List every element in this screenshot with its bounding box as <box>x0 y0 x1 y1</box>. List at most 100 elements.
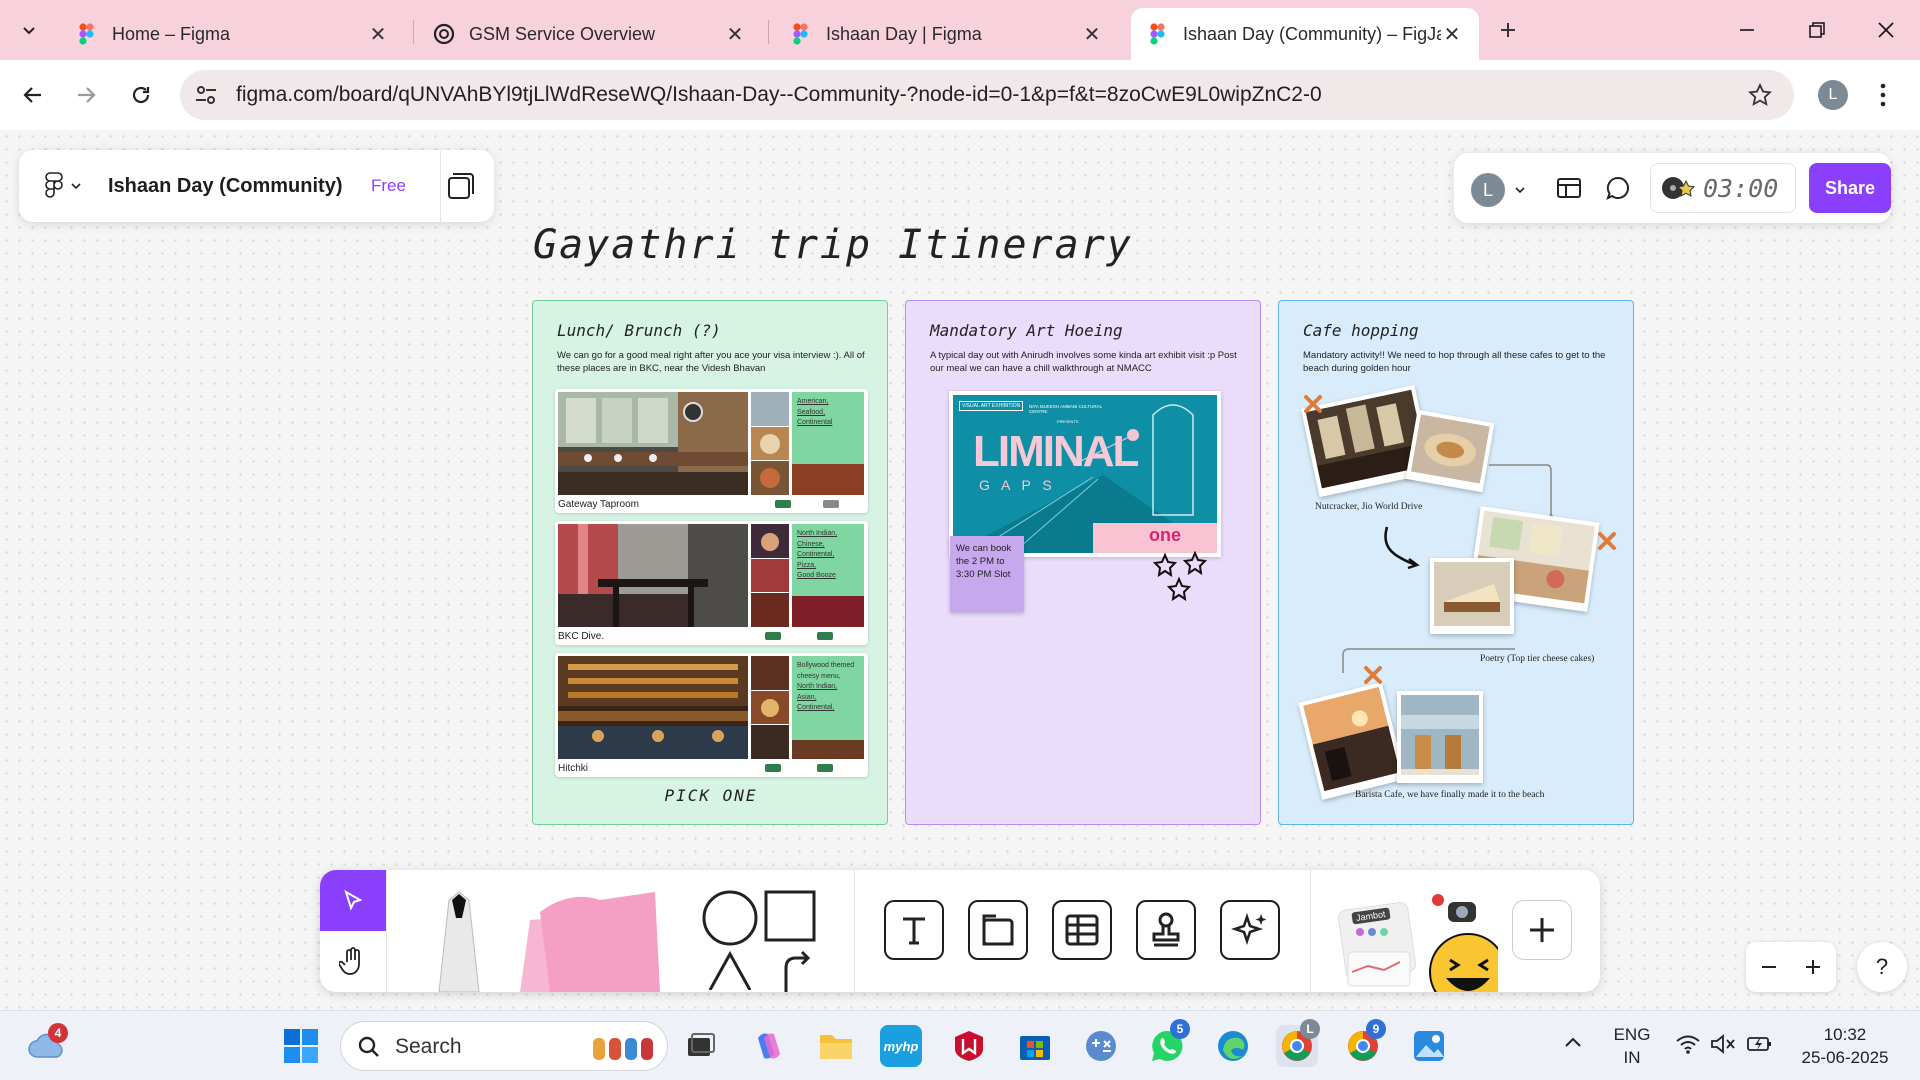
section-tool[interactable] <box>968 900 1028 960</box>
restore-icon[interactable] <box>1797 12 1837 48</box>
rating-badge <box>817 632 833 640</box>
start-button[interactable] <box>280 1025 322 1067</box>
minimize-icon[interactable] <box>1727 12 1767 48</box>
new-tab-plus-icon[interactable] <box>1492 14 1524 46</box>
pages-icon[interactable] <box>443 169 477 203</box>
task-view-icon[interactable] <box>680 1025 722 1067</box>
zoom-out-icon[interactable] <box>1760 958 1778 976</box>
section-art[interactable]: Mandatory Art Hoeing A typical day out w… <box>905 300 1261 825</box>
tab-search-chevron-icon[interactable] <box>13 14 45 46</box>
caption-nutcracker: Nutcracker, Jio World Drive <box>1315 502 1423 512</box>
notification-badge: 5 <box>1170 1019 1190 1039</box>
photo-cheesecake[interactable] <box>1430 558 1514 634</box>
restaurant-thumbnails <box>751 524 789 627</box>
back-arrow-icon[interactable] <box>15 77 51 113</box>
sticky-note[interactable]: We can book the 2 PM to 3:30 PM Slot <box>950 536 1024 612</box>
tab-ishaan-day-figma[interactable]: Ishaan Day | Figma ✕ <box>774 8 1119 60</box>
more-tools-button[interactable] <box>1512 900 1572 960</box>
close-icon[interactable]: ✕ <box>1441 23 1463 46</box>
browser-menu-icon[interactable] <box>1878 80 1888 110</box>
zoom-in-icon[interactable] <box>1804 958 1822 976</box>
forward-arrow-icon[interactable] <box>68 77 104 113</box>
widgets[interactable]: Jambot <box>1338 892 1498 992</box>
table-icon <box>1064 912 1100 948</box>
tab-label: Home – Figma <box>112 23 231 44</box>
user-avatar[interactable]: L <box>1471 173 1505 207</box>
sticky-note-tool[interactable] <box>510 890 670 992</box>
restaurant-card-hitchki[interactable]: Bollywood themed cheesy menu, North India… <box>555 653 868 777</box>
close-icon[interactable]: ✕ <box>724 23 746 46</box>
mcafee-icon[interactable] <box>948 1025 990 1067</box>
restaurant-card-bkc-dive[interactable]: North Indian, Chinese, Continental, Pizza, G… <box>555 521 868 645</box>
close-icon[interactable]: ✕ <box>1081 23 1103 46</box>
close-icon[interactable]: ✕ <box>367 23 389 46</box>
site-settings-icon[interactable] <box>194 83 218 107</box>
plan-badge[interactable]: Free <box>371 176 406 196</box>
timer-widget[interactable]: 03:00 <box>1650 163 1796 213</box>
main-menu-button[interactable] <box>43 172 81 200</box>
text-icon <box>897 913 931 947</box>
taskbar-search[interactable]: Search <box>340 1021 668 1071</box>
sparkle-icon <box>1231 911 1269 949</box>
reload-icon[interactable] <box>123 77 159 113</box>
chrome-icon-active[interactable]: L <box>1276 1019 1320 1067</box>
file-explorer-icon[interactable] <box>815 1025 857 1067</box>
clock[interactable]: 10:32 25-06-2025 <box>1790 1023 1900 1069</box>
restaurant-thumbnails <box>751 392 789 495</box>
pin-icon <box>1597 531 1617 551</box>
region-code: IN <box>1623 1048 1641 1067</box>
whatsapp-icon[interactable]: 5 <box>1146 1019 1190 1067</box>
restaurant-card-gateway-taproom[interactable]: American, Seafood, Continental Gateway Tap… <box>555 389 868 513</box>
notification-badge: 4 <box>48 1023 68 1043</box>
photo-nutcracker-food[interactable] <box>1405 409 1495 493</box>
bookmark-star-icon[interactable] <box>1748 83 1772 107</box>
openai-icon <box>433 23 455 45</box>
edge-icon[interactable] <box>1212 1025 1254 1067</box>
copilot-icon[interactable] <box>748 1025 790 1067</box>
comment-icon[interactable] <box>1605 175 1631 201</box>
microsoft-store-icon[interactable] <box>1014 1025 1056 1067</box>
connector-tool[interactable] <box>780 948 814 992</box>
tab-label: Ishaan Day (Community) – FigJam <box>1183 23 1441 44</box>
myhp-icon[interactable]: myhp <box>880 1025 922 1067</box>
url-text: figma.com/board/qUNVAhBYl9tjLlWdReseWQ/I… <box>236 83 1322 106</box>
move-tool[interactable] <box>320 870 386 931</box>
rating-badge <box>775 500 791 508</box>
layout-icon[interactable] <box>1556 175 1582 201</box>
photos-icon[interactable] <box>1408 1025 1450 1067</box>
table-tool[interactable] <box>1052 900 1112 960</box>
marker-tool[interactable] <box>424 892 494 992</box>
text-tool[interactable] <box>884 900 944 960</box>
tab-home-figma[interactable]: Home – Figma ✕ <box>60 8 405 60</box>
board-title[interactable]: Gayathri trip Itinerary <box>533 222 1133 268</box>
chevron-down-icon[interactable] <box>1514 185 1526 195</box>
file-name[interactable]: Ishaan Day (Community) <box>108 150 342 222</box>
section-lunch[interactable]: Lunch/ Brunch (?) We can go for a good m… <box>532 300 888 825</box>
language-indicator[interactable]: ENG IN <box>1610 1023 1654 1069</box>
poster-badge: VISUAL ART EXHIBITION <box>959 401 1024 411</box>
window-close-icon[interactable] <box>1866 12 1906 48</box>
tab-gsm-service-overview[interactable]: GSM Service Overview ✕ <box>417 8 762 60</box>
stars-doodle-icon[interactable] <box>1151 551 1215 607</box>
exhibition-poster[interactable]: VISUAL ART EXHIBITION NITA MUKESH AMBANI… <box>949 391 1221 557</box>
wifi-icon[interactable] <box>1675 1033 1701 1055</box>
restaurant-name: BKC Dive. <box>558 631 605 642</box>
math-app-icon[interactable] <box>1080 1025 1122 1067</box>
stamp-tool[interactable] <box>1136 900 1196 960</box>
volume-muted-icon[interactable] <box>1710 1033 1736 1055</box>
address-bar[interactable]: figma.com/board/qUNVAhBYl9tjLlWdReseWQ/I… <box>180 70 1794 120</box>
battery-charging-icon[interactable] <box>1746 1033 1774 1055</box>
tray-overflow-chevron-icon[interactable] <box>1563 1033 1583 1053</box>
ai-tool[interactable] <box>1220 900 1280 960</box>
hand-tool[interactable] <box>320 931 386 992</box>
share-button[interactable]: Share <box>1809 163 1891 213</box>
curved-arrow-doodle-icon[interactable] <box>1379 523 1423 571</box>
tab-ishaan-day-community[interactable]: Ishaan Day (Community) – FigJam ✕ <box>1131 8 1479 60</box>
chrome-icon[interactable]: 9 <box>1342 1019 1386 1067</box>
profile-avatar[interactable]: L <box>1818 80 1848 110</box>
rating-badge <box>817 764 833 772</box>
help-button[interactable]: ? <box>1857 942 1907 992</box>
section-cafe[interactable]: Cafe hopping Mandatory activity!! We nee… <box>1278 300 1634 825</box>
weather-widget[interactable]: 4 <box>26 1023 68 1067</box>
photo-barista-drinks[interactable] <box>1397 691 1483 783</box>
